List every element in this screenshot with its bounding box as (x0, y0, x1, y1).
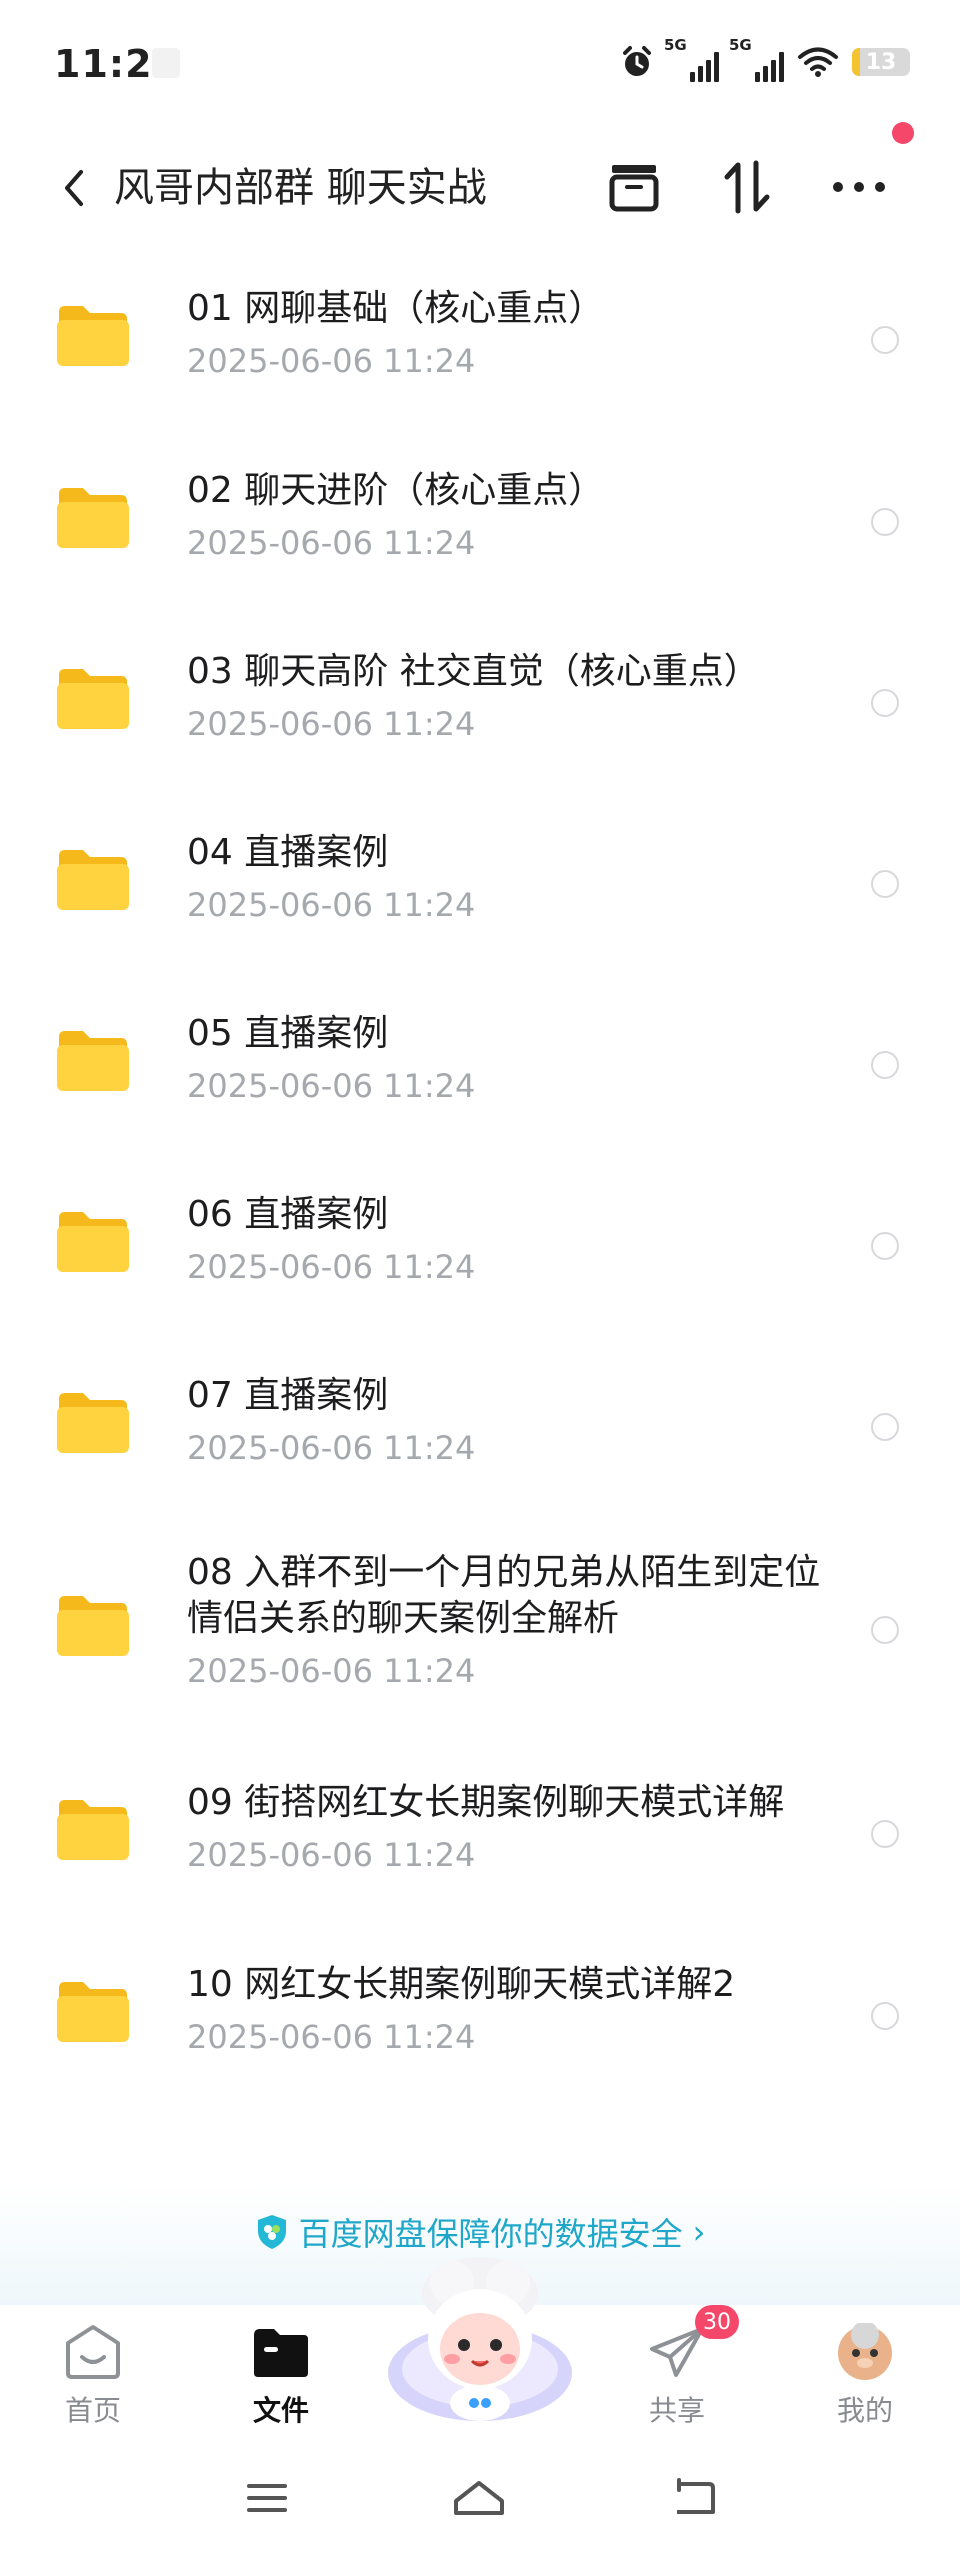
status-icons: 5G 5G 13 (620, 36, 910, 84)
network-type-label: 5G (664, 36, 687, 54)
folder-icon (254, 2329, 308, 2377)
archive-icon (609, 165, 659, 212)
header: 风哥内部群 聊天实战 (0, 130, 960, 250)
file-date: 2025-06-06 11:24 (187, 1652, 476, 1690)
nav-files-label: 文件 (252, 2394, 309, 2427)
file-row[interactable]: 04 直播案例 2025-06-06 11:24 (0, 794, 960, 975)
file-date: 2025-06-06 11:24 (187, 1836, 476, 1874)
file-row[interactable]: 06 直播案例 2025-06-06 11:24 (0, 1156, 960, 1337)
select-radio[interactable] (871, 508, 899, 536)
nav-me-label: 我的 (836, 2394, 893, 2427)
return-icon (677, 2478, 715, 2514)
wifi-icon (798, 47, 838, 77)
nav-home[interactable]: 首页 (33, 2323, 153, 2429)
sort-icon (724, 160, 770, 214)
file-date: 2025-06-06 11:24 (187, 1067, 476, 1105)
back-button[interactable] (44, 158, 104, 218)
notification-dot (892, 122, 914, 144)
file-name: 06 直播案例 (187, 1194, 389, 1235)
file-row[interactable]: 03 聊天高阶 社交直觉（核心重点） 2025-06-06 11:24 (0, 613, 960, 794)
file-date: 2025-06-06 11:24 (187, 342, 476, 380)
battery-fill (852, 48, 860, 76)
notification-placeholder-icon (152, 48, 180, 78)
nav-files[interactable]: 文件 (221, 2323, 341, 2429)
select-radio[interactable] (871, 689, 899, 717)
signal-strength-icon: 5G (664, 36, 719, 82)
folder-icon (57, 669, 129, 729)
select-radio[interactable] (871, 1820, 899, 1848)
file-row[interactable]: 01 网聊基础（核心重点） 2025-06-06 11:24 (0, 250, 960, 432)
chevron-right-icon: › (692, 2213, 706, 2251)
file-list: 01 网聊基础（核心重点） 2025-06-06 11:24 02 聊天进阶（核… (0, 250, 960, 2108)
signal-strength-icon: 5G (729, 36, 784, 82)
file-row[interactable]: 07 直播案例 2025-06-06 11:24 (0, 1337, 960, 1518)
more-icon (833, 182, 885, 192)
select-radio[interactable] (871, 1616, 899, 1644)
archive-button[interactable] (599, 152, 669, 222)
avatar (838, 2323, 892, 2380)
file-row[interactable]: 05 直播案例 2025-06-06 11:24 (0, 975, 960, 1156)
file-date: 2025-06-06 11:24 (187, 2018, 476, 2056)
file-row[interactable]: 09 街搭网红女长期案例聊天模式详解 2025-06-06 11:24 (0, 1742, 960, 1926)
file-name: 05 直播案例 (187, 1013, 389, 1054)
folder-icon (57, 1393, 129, 1453)
shield-icon (257, 2215, 286, 2249)
nav-home-label: 首页 (64, 2394, 121, 2427)
share-count-badge: 30 (695, 2305, 739, 2339)
select-radio[interactable] (871, 1051, 899, 1079)
battery-level: 13 (865, 49, 897, 75)
file-date: 2025-06-06 11:24 (187, 886, 476, 924)
menu-icon (247, 2484, 287, 2512)
home-face-icon (66, 2325, 120, 2379)
network-type-label: 5G (729, 36, 752, 54)
folder-icon (57, 1596, 129, 1656)
select-radio[interactable] (871, 2002, 899, 2030)
page-title: 风哥内部群 聊天实战 (114, 165, 487, 211)
file-name: 08 入群不到一个月的兄弟从陌生到定位情侣关系的聊天案例全解析 (187, 1552, 821, 1639)
file-name: 07 直播案例 (187, 1375, 389, 1416)
select-radio[interactable] (871, 326, 899, 354)
file-date: 2025-06-06 11:24 (187, 1248, 476, 1286)
back-nav-button[interactable] (658, 2468, 728, 2528)
folder-icon (57, 306, 129, 366)
select-radio[interactable] (871, 1232, 899, 1260)
folder-icon (57, 488, 129, 548)
file-name: 01 网聊基础（核心重点） (187, 288, 605, 329)
folder-icon (57, 1982, 129, 2042)
file-name: 02 聊天进阶（核心重点） (187, 470, 605, 511)
file-name: 04 直播案例 (187, 832, 389, 873)
bottom-nav: 首页 文件 共享 30 我的 (0, 2257, 960, 2440)
folder-icon (57, 1212, 129, 1272)
security-banner-text: 百度网盘保障你的数据安全 (298, 2215, 683, 2253)
file-date: 2025-06-06 11:24 (187, 1429, 476, 1467)
nav-me[interactable]: 我的 (805, 2323, 925, 2429)
sort-button[interactable] (712, 152, 782, 222)
nav-share-label: 共享 (648, 2394, 705, 2427)
folder-icon (57, 1800, 129, 1860)
file-row[interactable]: 10 网红女长期案例聊天模式详解2 2025-06-06 11:24 (0, 1926, 960, 2108)
alarm-icon (623, 46, 651, 76)
menu-button[interactable] (232, 2468, 302, 2528)
file-date: 2025-06-06 11:24 (187, 524, 476, 562)
system-nav-bar (0, 2440, 960, 2560)
mascot-icon (388, 2257, 572, 2421)
file-name: 10 网红女长期案例聊天模式详解2 (187, 1964, 736, 2005)
folder-icon (57, 1031, 129, 1091)
select-radio[interactable] (871, 870, 899, 898)
mascot-button[interactable] (382, 2253, 578, 2433)
home-button[interactable] (444, 2468, 514, 2528)
security-banner-link[interactable]: 百度网盘保障你的数据安全 › (0, 2209, 960, 2255)
chevron-left-icon (65, 170, 83, 206)
file-row[interactable]: 08 入群不到一个月的兄弟从陌生到定位情侣关系的聊天案例全解析 2025-06-… (0, 1518, 960, 1742)
home-icon (454, 2481, 504, 2515)
more-button[interactable] (824, 152, 894, 222)
status-bar: 11:27 5G 5G 13 (0, 0, 960, 130)
file-row[interactable]: 02 聊天进阶（核心重点） 2025-06-06 11:24 (0, 432, 960, 613)
file-name: 03 聊天高阶 社交直觉（核心重点） (187, 651, 760, 692)
select-radio[interactable] (871, 1413, 899, 1441)
folder-icon (57, 850, 129, 910)
file-name: 09 街搭网红女长期案例聊天模式详解 (187, 1782, 785, 1823)
battery-icon: 13 (852, 48, 910, 76)
file-date: 2025-06-06 11:24 (187, 705, 476, 743)
